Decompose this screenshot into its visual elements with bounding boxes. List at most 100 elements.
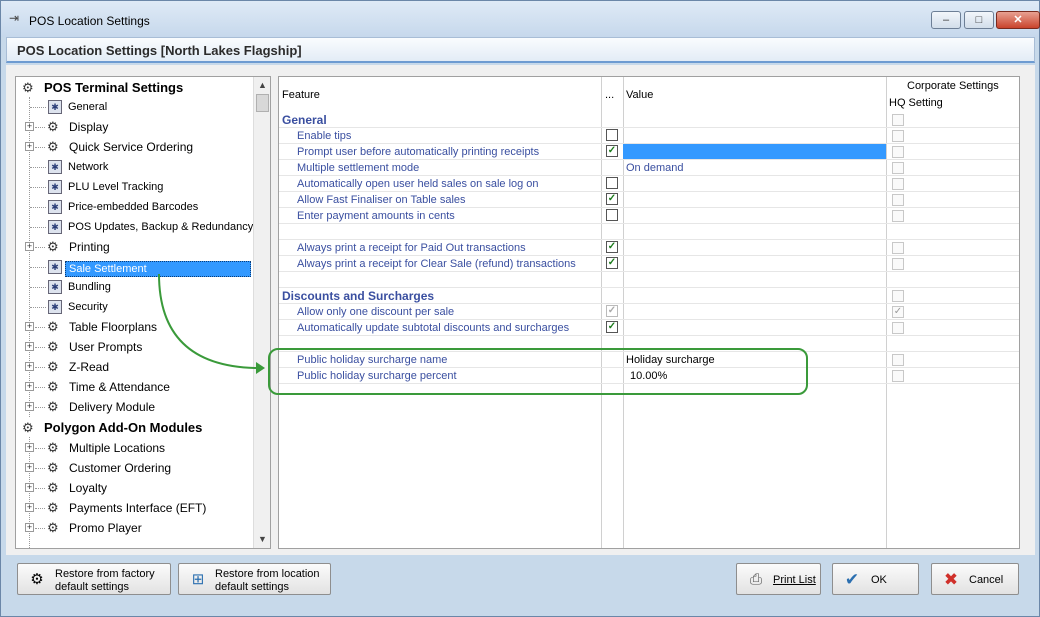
- gears-icon: ⚙: [47, 139, 59, 154]
- payment-cents-checkbox[interactable]: [606, 209, 618, 221]
- tree-root-label: Polygon Add-On Modules: [44, 420, 203, 435]
- blank-row: [279, 224, 1019, 240]
- feature-column-header: Feature: [282, 89, 320, 101]
- expand-icon[interactable]: +: [25, 322, 34, 331]
- tree-item-price-embedded-barcodes[interactable]: ✱ Price-embedded Barcodes: [16, 197, 252, 217]
- close-button[interactable]: ✕: [996, 11, 1040, 29]
- prompt-user-checkbox[interactable]: ✓: [606, 145, 618, 157]
- tree-item-plu-level-tracking[interactable]: ✱ PLU Level Tracking: [16, 177, 252, 197]
- tree-item-printing[interactable]: + ⚙ Printing: [16, 237, 252, 257]
- restore-factory-button[interactable]: ⚙ Restore from factory default settings: [17, 563, 171, 595]
- expand-icon[interactable]: +: [25, 463, 34, 472]
- printer-icon: ⎙: [749, 571, 762, 588]
- tree-item-time-attendance[interactable]: + ⚙ Time & Attendance: [16, 377, 252, 397]
- tree-item-payments-interface[interactable]: + ⚙ Payments Interface (EFT): [16, 498, 252, 518]
- hq-checkbox: [892, 290, 904, 302]
- hq-checkbox: [892, 322, 904, 334]
- table-row[interactable]: Allow Fast Finaliser on Table sales ✓: [279, 192, 1019, 208]
- table-row[interactable]: Prompt user before automatically printin…: [279, 144, 1019, 160]
- auto-open-checkbox[interactable]: [606, 177, 618, 189]
- tree-item-label: Security: [68, 301, 108, 313]
- tree-connector: [30, 267, 46, 268]
- scroll-thumb[interactable]: [256, 94, 269, 112]
- table-row[interactable]: Enable tips: [279, 128, 1019, 144]
- tree-connector: [30, 207, 46, 208]
- ok-button[interactable]: ✔ OK: [832, 563, 919, 595]
- scroll-up-icon[interactable]: ▲: [256, 78, 269, 93]
- settings-small-icon: ✱: [48, 300, 62, 314]
- cancel-button[interactable]: ✖ Cancel: [931, 563, 1019, 595]
- expand-icon[interactable]: +: [25, 342, 34, 351]
- page-header: POS Location Settings [North Lakes Flags…: [6, 37, 1035, 63]
- settings-small-icon: ✱: [48, 260, 62, 274]
- fast-finaliser-checkbox[interactable]: ✓: [606, 193, 618, 205]
- tree-item-general[interactable]: ✱ General: [16, 97, 252, 117]
- gears-icon: ⚙: [30, 571, 44, 588]
- callout-arrow-icon: [158, 273, 265, 374]
- auto-update-checkbox[interactable]: ✓: [606, 321, 618, 333]
- restore-factory-label: Restore from factory default settings: [55, 568, 155, 593]
- table-row[interactable]: Automatically update subtotal discounts …: [279, 320, 1019, 336]
- table-row[interactable]: Always print a receipt for Paid Out tran…: [279, 240, 1019, 256]
- tree-item-label: PLU Level Tracking: [68, 181, 164, 193]
- tree-item-quick-service-ordering[interactable]: + ⚙ Quick Service Ordering: [16, 137, 252, 157]
- feature-label: Always print a receipt for Paid Out tran…: [297, 242, 526, 254]
- hq-setting-header: HQ Setting: [889, 97, 943, 109]
- tree-item-delivery-module[interactable]: + ⚙ Delivery Module: [16, 397, 252, 417]
- tree-root-pos-terminal[interactable]: ⚙ POS Terminal Settings: [16, 78, 252, 98]
- tree-connector: [35, 347, 45, 348]
- expand-icon[interactable]: +: [25, 443, 34, 452]
- blank-row: [279, 272, 1019, 288]
- tree-item-label: Network: [68, 161, 109, 173]
- tree-connector: [30, 107, 46, 108]
- minimize-button[interactable]: –: [931, 11, 961, 29]
- table-row[interactable]: Always print a receipt for Clear Sale (r…: [279, 256, 1019, 272]
- gears-icon: ⚙: [47, 239, 59, 254]
- enable-tips-checkbox[interactable]: [606, 129, 618, 141]
- expand-icon[interactable]: +: [25, 362, 34, 371]
- feature-label: Prompt user before automatically printin…: [297, 146, 540, 158]
- tree-root-label: POS Terminal Settings: [44, 80, 184, 95]
- clear-sale-checkbox[interactable]: ✓: [606, 257, 618, 269]
- hq-checkbox: [892, 258, 904, 270]
- tree-item-label: POS Updates, Backup & Redundancy: [68, 221, 254, 233]
- maximize-button[interactable]: □: [964, 11, 994, 29]
- expand-icon[interactable]: +: [25, 402, 34, 411]
- network-icon: ⊞: [191, 571, 205, 588]
- print-list-button[interactable]: ⎙ Print List: [736, 563, 821, 595]
- tree-item-label: Table Floorplans: [69, 320, 158, 334]
- gears-icon: ⚙: [47, 399, 59, 414]
- table-row[interactable]: Allow only one discount per sale ✓ ✓: [279, 304, 1019, 320]
- tree-item-promo-player[interactable]: + ⚙ Promo Player: [16, 518, 252, 538]
- tree-item-multiple-locations[interactable]: + ⚙ Multiple Locations: [16, 438, 252, 458]
- settings-small-icon: ✱: [48, 160, 62, 174]
- tree-item-label: Multiple Locations: [69, 441, 166, 455]
- multiple-settlement-value[interactable]: On demand: [626, 162, 683, 174]
- tree-item-label: Z-Read: [69, 360, 110, 374]
- tree-connector: [30, 167, 46, 168]
- expand-icon[interactable]: +: [25, 503, 34, 512]
- expand-icon[interactable]: +: [25, 242, 34, 251]
- expand-icon[interactable]: +: [25, 122, 34, 131]
- expand-icon[interactable]: +: [25, 523, 34, 532]
- scroll-down-icon[interactable]: ▼: [256, 532, 269, 547]
- table-row[interactable]: Multiple settlement mode On demand: [279, 160, 1019, 176]
- expand-icon[interactable]: +: [25, 483, 34, 492]
- expand-icon[interactable]: +: [25, 382, 34, 391]
- tree-item-pos-updates[interactable]: ✱ POS Updates, Backup & Redundancy: [16, 217, 254, 237]
- tree-item-network[interactable]: ✱ Network: [16, 157, 252, 177]
- restore-location-button[interactable]: ⊞ Restore from location default settings: [178, 563, 331, 595]
- tree-root-polygon-addon[interactable]: ⚙ Polygon Add-On Modules: [16, 418, 252, 438]
- selected-value-cell[interactable]: [623, 144, 886, 159]
- one-discount-checkbox[interactable]: ✓: [606, 305, 618, 317]
- expand-icon[interactable]: +: [25, 142, 34, 151]
- tree-item-customer-ordering[interactable]: + ⚙ Customer Ordering: [16, 458, 252, 478]
- paid-out-checkbox[interactable]: ✓: [606, 241, 618, 253]
- table-row[interactable]: Automatically open user held sales on sa…: [279, 176, 1019, 192]
- table-row[interactable]: Enter payment amounts in cents: [279, 208, 1019, 224]
- tree-connector: [30, 307, 46, 308]
- ok-label: OK: [871, 574, 887, 586]
- tree-item-display[interactable]: + ⚙ Display: [16, 117, 252, 137]
- tree-item-loyalty[interactable]: + ⚙ Loyalty: [16, 478, 252, 498]
- feature-label: Enter payment amounts in cents: [297, 210, 455, 222]
